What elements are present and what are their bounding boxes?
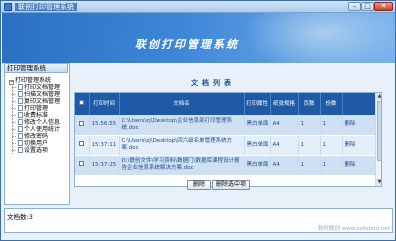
cell-paper: A4 bbox=[270, 135, 299, 156]
delete-selected-button[interactable]: 删除选中项 bbox=[212, 180, 250, 190]
cell-pages: 1 bbox=[298, 155, 321, 176]
delete-link[interactable]: 删除 bbox=[342, 135, 376, 156]
table-header-row: 打印时间 文档名 打印属性 纸张规格 页数 份数 bbox=[75, 93, 376, 115]
document-icon bbox=[18, 112, 23, 118]
row-select-cell[interactable] bbox=[75, 155, 90, 176]
row-select-cell[interactable] bbox=[75, 115, 90, 136]
select-all-header[interactable] bbox=[75, 93, 90, 115]
cell-pages: 1 bbox=[298, 115, 321, 136]
select-all-checkbox[interactable] bbox=[79, 100, 85, 105]
tree-root-label: 打印管理系统 bbox=[15, 77, 52, 84]
scroll-up-icon[interactable]: ▲ bbox=[376, 93, 381, 100]
cell-filename: D:\联创文件\学习资料\数据门\数据库课程设计报告企业信息系统解决方案.doc bbox=[119, 155, 245, 176]
sidebar-item-print-mgmt[interactable]: 打印管理 bbox=[9, 105, 69, 112]
close-button[interactable]: ✕ bbox=[374, 2, 393, 11]
window-title: 联创打印管理系统 bbox=[15, 3, 77, 11]
sidebar-item-copy-docs[interactable]: 复印文档管理 bbox=[9, 98, 69, 105]
table-row[interactable]: 15:56:55 C:\Users\zj\Desktop\企业信息部打印管理系统… bbox=[75, 115, 376, 136]
document-icon bbox=[18, 91, 23, 97]
banner-title: 联创打印管理系统 bbox=[135, 38, 239, 51]
scroll-thumb[interactable] bbox=[377, 101, 381, 161]
document-table: 打印时间 文档名 打印属性 纸张规格 页数 份数 15:56:55 C:\Use… bbox=[74, 92, 382, 187]
sidebar-item-label: 扫描文档管理 bbox=[24, 91, 61, 98]
column-header: 页数 bbox=[298, 93, 321, 115]
row-checkbox[interactable] bbox=[79, 141, 85, 146]
sidebar-item-password[interactable]: 修改密码 bbox=[9, 133, 69, 140]
column-header: 打印时间 bbox=[89, 93, 120, 115]
app-icon bbox=[4, 3, 12, 11]
column-header: 文档名 bbox=[119, 93, 245, 115]
cell-copies: 1 bbox=[320, 135, 343, 156]
document-icon bbox=[18, 140, 23, 146]
delete-link[interactable]: 删除 bbox=[342, 115, 376, 136]
cell-time: 15:37:25 bbox=[89, 155, 120, 176]
list-title: 文档列表 bbox=[191, 79, 235, 87]
maximize-button[interactable]: □ bbox=[361, 2, 374, 11]
scroll-down-icon[interactable]: ▼ bbox=[376, 179, 381, 186]
cell-attr: 黑白单面 bbox=[244, 155, 271, 176]
sidebar-item-label: 切换用户 bbox=[24, 140, 49, 147]
cell-attr: 黑白单面 bbox=[244, 135, 271, 156]
sidebar-item-label: 个人使用统计 bbox=[24, 126, 61, 133]
document-icon bbox=[18, 98, 23, 104]
sidebar-item-settings[interactable]: 设置选项 bbox=[9, 147, 69, 154]
sidebar-item-label: 修改密码 bbox=[24, 133, 49, 140]
main-content: 文档列表 打印时间 文档名 打印属性 纸张规格 页数 份数 15:56:55 C… bbox=[73, 78, 391, 205]
document-icon bbox=[18, 147, 23, 153]
sidebar-item-label: 打印管理 bbox=[24, 105, 49, 112]
banner-glow bbox=[242, 13, 395, 63]
cell-copies: 1 bbox=[320, 115, 343, 136]
document-icon bbox=[18, 133, 23, 139]
cell-time: 15:56:55 bbox=[89, 115, 120, 136]
row-select-cell[interactable] bbox=[75, 135, 90, 156]
document-icon bbox=[18, 119, 23, 125]
table-row[interactable]: 15:37:25 D:\联创文件\学习资料\数据门\数据库课程设计报告企业信息系… bbox=[75, 155, 376, 176]
sidebar-item-usage-stats[interactable]: 个人使用统计 bbox=[9, 126, 69, 133]
minimize-button[interactable]: – bbox=[348, 2, 361, 11]
cell-attr: 黑白单面 bbox=[244, 115, 271, 136]
cell-paper: A4 bbox=[270, 115, 299, 136]
sidebar-item-scan-docs[interactable]: 扫描文档管理 bbox=[9, 91, 69, 98]
column-header bbox=[342, 93, 376, 115]
sidebar-item-label: 打印文档管理 bbox=[24, 84, 61, 91]
cell-filename: C:\Users\zj\Desktop\企业信息部打印管理系统.doc bbox=[119, 115, 245, 136]
sidebar: 打印管理系统 −打印管理系统 打印文档管理 扫描文档管理 复印文档管理 打印管理… bbox=[4, 63, 70, 205]
sidebar-item-fees[interactable]: 收费标准 bbox=[9, 112, 69, 119]
cell-copies: 1 bbox=[320, 155, 343, 176]
cell-time: 15:37:11 bbox=[89, 135, 120, 156]
nav-tree: −打印管理系统 打印文档管理 扫描文档管理 复印文档管理 打印管理 收费标准 修… bbox=[9, 77, 69, 154]
title-bar[interactable]: 联创打印管理系统 – □ ✕ bbox=[1, 1, 395, 13]
sidebar-item-print-docs[interactable]: 打印文档管理 bbox=[9, 84, 69, 91]
column-header: 打印属性 bbox=[244, 93, 271, 115]
cell-filename: C:\Users\zj\Desktop\四六级名单管理系统方案.doc bbox=[119, 135, 245, 156]
row-checkbox[interactable] bbox=[79, 120, 85, 126]
cell-paper: A4 bbox=[270, 155, 299, 176]
sidebar-item-profile[interactable]: 修改个人信息 bbox=[9, 119, 69, 126]
document-icon bbox=[18, 84, 23, 90]
delete-button[interactable]: 删除 bbox=[187, 180, 211, 190]
vertical-scrollbar[interactable]: ▲ ▼ bbox=[375, 93, 381, 186]
sidebar-item-label: 设置选项 bbox=[24, 147, 49, 154]
document-icon bbox=[18, 126, 23, 132]
column-header: 份数 bbox=[320, 93, 343, 115]
app-window: 联创打印管理系统 – □ ✕ 联创打印管理系统 打印管理系统 −打印管理系统 打… bbox=[0, 0, 396, 241]
sidebar-item-label: 修改个人信息 bbox=[24, 119, 61, 126]
table-row[interactable]: 15:37:11 C:\Users\zj\Desktop\四六级名单管理系统方案… bbox=[75, 135, 376, 156]
sidebar-item-label: 复印文档管理 bbox=[24, 98, 61, 105]
document-icon bbox=[18, 105, 23, 111]
delete-link[interactable]: 删除 bbox=[342, 155, 376, 176]
row-checkbox[interactable] bbox=[79, 161, 85, 166]
sidebar-header: 打印管理系统 bbox=[4, 63, 68, 73]
tree-root[interactable]: −打印管理系统 bbox=[9, 77, 69, 85]
sidebar-item-label: 收费标准 bbox=[24, 112, 49, 119]
cell-pages: 1 bbox=[298, 135, 321, 156]
sidebar-item-switch-user[interactable]: 切换用户 bbox=[9, 140, 69, 147]
document-count: 文档数:3 bbox=[7, 213, 33, 221]
column-header: 纸张规格 bbox=[270, 93, 299, 115]
watermark: 软件联创 www.ssileond.net bbox=[318, 226, 390, 232]
header-banner: 联创打印管理系统 bbox=[2, 13, 395, 63]
